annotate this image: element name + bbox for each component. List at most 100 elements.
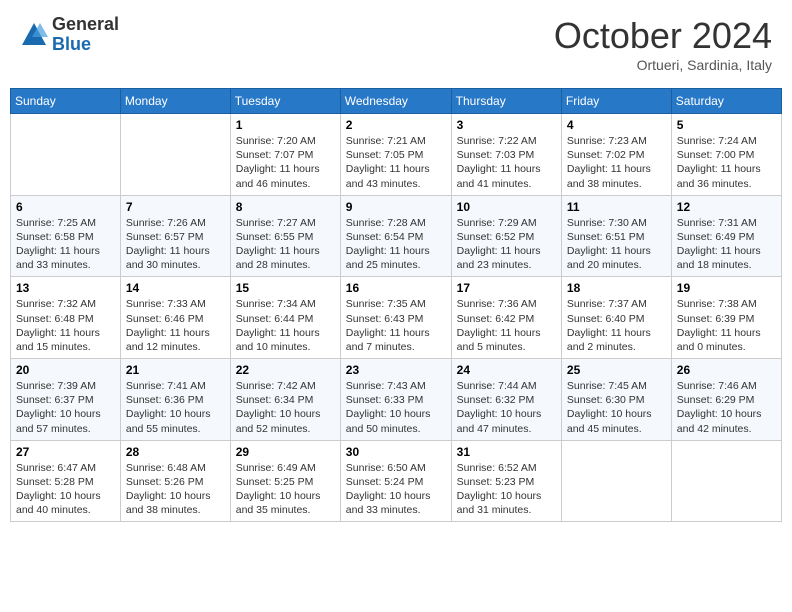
day-info: Sunrise: 7:35 AMSunset: 6:43 PMDaylight:… xyxy=(346,297,446,354)
calendar-cell: 23Sunrise: 7:43 AMSunset: 6:33 PMDayligh… xyxy=(340,359,451,441)
logo-general: General xyxy=(52,15,119,35)
day-info: Sunrise: 7:39 AMSunset: 6:37 PMDaylight:… xyxy=(16,379,115,436)
day-info: Sunrise: 7:26 AMSunset: 6:57 PMDaylight:… xyxy=(126,216,225,273)
day-number: 18 xyxy=(567,281,666,295)
calendar-cell: 22 Sunrise: 7:42 AMSunset: 6:34 PMDayligh… xyxy=(230,359,340,441)
day-number: 23 xyxy=(346,363,446,377)
calendar-cell: 19 Sunrise: 7:38 AMSunset: 6:39 PMDayligh… xyxy=(671,277,781,359)
day-info: Sunrise: 7:23 AMSunset: 7:02 PMDaylight:… xyxy=(567,134,666,191)
day-number: 1 xyxy=(236,118,335,132)
title-block: October 2024 Ortueri, Sardinia, Italy xyxy=(554,15,772,73)
calendar-week-row: 20Sunrise: 7:39 AMSunset: 6:37 PMDayligh… xyxy=(11,359,782,441)
day-info: Sunrise: 7:20 AMSunset: 7:07 PMDaylight:… xyxy=(236,134,335,191)
day-info: Sunrise: 7:33 AMSunset: 6:46 PMDaylight:… xyxy=(126,297,225,354)
logo-icon xyxy=(20,21,48,49)
day-number: 21 xyxy=(126,363,225,377)
calendar-cell: 10 Sunrise: 7:29 AMSunset: 6:52 PMDayligh… xyxy=(451,195,561,277)
day-info: Sunrise: 7:36 AMSunset: 6:42 PMDaylight:… xyxy=(457,297,556,354)
day-number: 15 xyxy=(236,281,335,295)
calendar-week-row: 1 Sunrise: 7:20 AMSunset: 7:07 PMDaylight… xyxy=(11,114,782,196)
day-number: 28 xyxy=(126,445,225,459)
day-info: Sunrise: 7:28 AMSunset: 6:54 PMDaylight:… xyxy=(346,216,446,273)
day-number: 11 xyxy=(567,200,666,214)
day-info: Sunrise: 6:50 AMSunset: 5:24 PMDaylight:… xyxy=(346,461,446,518)
day-info: Sunrise: 7:30 AMSunset: 6:51 PMDaylight:… xyxy=(567,216,666,273)
calendar-cell: 26Sunrise: 7:46 AMSunset: 6:29 PMDayligh… xyxy=(671,359,781,441)
day-info: Sunrise: 7:46 AMSunset: 6:29 PMDaylight:… xyxy=(677,379,776,436)
day-number: 19 xyxy=(677,281,776,295)
day-of-week-header: Friday xyxy=(561,89,671,114)
day-info: Sunrise: 7:25 AMSunset: 6:58 PMDaylight:… xyxy=(16,216,115,273)
calendar-cell: 14 Sunrise: 7:33 AMSunset: 6:46 PMDayligh… xyxy=(120,277,230,359)
calendar-cell: 27 Sunrise: 6:47 AMSunset: 5:28 PMDayligh… xyxy=(11,440,121,522)
calendar-week-row: 6Sunrise: 7:25 AMSunset: 6:58 PMDaylight… xyxy=(11,195,782,277)
day-number: 24 xyxy=(457,363,556,377)
day-number: 16 xyxy=(346,281,446,295)
calendar-cell: 30 Sunrise: 6:50 AMSunset: 5:24 PMDayligh… xyxy=(340,440,451,522)
day-info: Sunrise: 6:48 AMSunset: 5:26 PMDaylight:… xyxy=(126,461,225,518)
day-info: Sunrise: 7:45 AMSunset: 6:30 PMDaylight:… xyxy=(567,379,666,436)
day-number: 12 xyxy=(677,200,776,214)
calendar-table: SundayMondayTuesdayWednesdayThursdayFrid… xyxy=(10,88,782,522)
day-number: 10 xyxy=(457,200,556,214)
day-number: 27 xyxy=(16,445,115,459)
logo: General Blue xyxy=(20,15,119,55)
day-number: 2 xyxy=(346,118,446,132)
month-title: October 2024 xyxy=(554,15,772,57)
day-info: Sunrise: 7:31 AMSunset: 6:49 PMDaylight:… xyxy=(677,216,776,273)
day-number: 4 xyxy=(567,118,666,132)
day-info: Sunrise: 7:44 AMSunset: 6:32 PMDaylight:… xyxy=(457,379,556,436)
day-info: Sunrise: 7:38 AMSunset: 6:39 PMDaylight:… xyxy=(677,297,776,354)
calendar-cell: 1 Sunrise: 7:20 AMSunset: 7:07 PMDaylight… xyxy=(230,114,340,196)
day-of-week-header: Monday xyxy=(120,89,230,114)
day-info: Sunrise: 6:49 AMSunset: 5:25 PMDaylight:… xyxy=(236,461,335,518)
day-number: 3 xyxy=(457,118,556,132)
calendar-cell: 7Sunrise: 7:26 AMSunset: 6:57 PMDaylight… xyxy=(120,195,230,277)
day-info: Sunrise: 7:21 AMSunset: 7:05 PMDaylight:… xyxy=(346,134,446,191)
day-number: 17 xyxy=(457,281,556,295)
calendar-header-row: SundayMondayTuesdayWednesdayThursdayFrid… xyxy=(11,89,782,114)
calendar-cell: 15 Sunrise: 7:34 AMSunset: 6:44 PMDayligh… xyxy=(230,277,340,359)
calendar-cell: 6Sunrise: 7:25 AMSunset: 6:58 PMDaylight… xyxy=(11,195,121,277)
calendar-cell: 18 Sunrise: 7:37 AMSunset: 6:40 PMDayligh… xyxy=(561,277,671,359)
day-info: Sunrise: 6:52 AMSunset: 5:23 PMDaylight:… xyxy=(457,461,556,518)
calendar-cell xyxy=(120,114,230,196)
day-number: 9 xyxy=(346,200,446,214)
day-number: 31 xyxy=(457,445,556,459)
calendar-cell: 4 Sunrise: 7:23 AMSunset: 7:02 PMDaylight… xyxy=(561,114,671,196)
day-info: Sunrise: 7:41 AMSunset: 6:36 PMDaylight:… xyxy=(126,379,225,436)
calendar-cell: 29Sunrise: 6:49 AMSunset: 5:25 PMDayligh… xyxy=(230,440,340,522)
day-number: 14 xyxy=(126,281,225,295)
day-number: 30 xyxy=(346,445,446,459)
calendar-cell: 25 Sunrise: 7:45 AMSunset: 6:30 PMDayligh… xyxy=(561,359,671,441)
calendar-week-row: 13Sunrise: 7:32 AMSunset: 6:48 PMDayligh… xyxy=(11,277,782,359)
day-info: Sunrise: 7:24 AMSunset: 7:00 PMDaylight:… xyxy=(677,134,776,191)
day-info: Sunrise: 7:42 AMSunset: 6:34 PMDaylight:… xyxy=(236,379,335,436)
day-info: Sunrise: 6:47 AMSunset: 5:28 PMDaylight:… xyxy=(16,461,115,518)
day-number: 8 xyxy=(236,200,335,214)
day-info: Sunrise: 7:29 AMSunset: 6:52 PMDaylight:… xyxy=(457,216,556,273)
day-number: 25 xyxy=(567,363,666,377)
calendar-cell xyxy=(561,440,671,522)
day-info: Sunrise: 7:37 AMSunset: 6:40 PMDaylight:… xyxy=(567,297,666,354)
day-of-week-header: Sunday xyxy=(11,89,121,114)
calendar-cell: 5 Sunrise: 7:24 AMSunset: 7:00 PMDaylight… xyxy=(671,114,781,196)
calendar-cell: 8 Sunrise: 7:27 AMSunset: 6:55 PMDaylight… xyxy=(230,195,340,277)
day-number: 13 xyxy=(16,281,115,295)
calendar-cell: 21 Sunrise: 7:41 AMSunset: 6:36 PMDayligh… xyxy=(120,359,230,441)
calendar-cell: 16 Sunrise: 7:35 AMSunset: 6:43 PMDayligh… xyxy=(340,277,451,359)
calendar-cell: 17 Sunrise: 7:36 AMSunset: 6:42 PMDayligh… xyxy=(451,277,561,359)
day-of-week-header: Saturday xyxy=(671,89,781,114)
calendar-cell: 11 Sunrise: 7:30 AMSunset: 6:51 PMDayligh… xyxy=(561,195,671,277)
day-number: 5 xyxy=(677,118,776,132)
calendar-cell: 28 Sunrise: 6:48 AMSunset: 5:26 PMDayligh… xyxy=(120,440,230,522)
day-number: 22 xyxy=(236,363,335,377)
logo-text: General Blue xyxy=(52,15,119,55)
day-info: Sunrise: 7:27 AMSunset: 6:55 PMDaylight:… xyxy=(236,216,335,273)
day-info: Sunrise: 7:34 AMSunset: 6:44 PMDaylight:… xyxy=(236,297,335,354)
calendar-cell: 31 Sunrise: 6:52 AMSunset: 5:23 PMDayligh… xyxy=(451,440,561,522)
calendar-cell: 12 Sunrise: 7:31 AMSunset: 6:49 PMDayligh… xyxy=(671,195,781,277)
calendar-cell: 24 Sunrise: 7:44 AMSunset: 6:32 PMDayligh… xyxy=(451,359,561,441)
calendar-cell: 9 Sunrise: 7:28 AMSunset: 6:54 PMDaylight… xyxy=(340,195,451,277)
day-of-week-header: Tuesday xyxy=(230,89,340,114)
